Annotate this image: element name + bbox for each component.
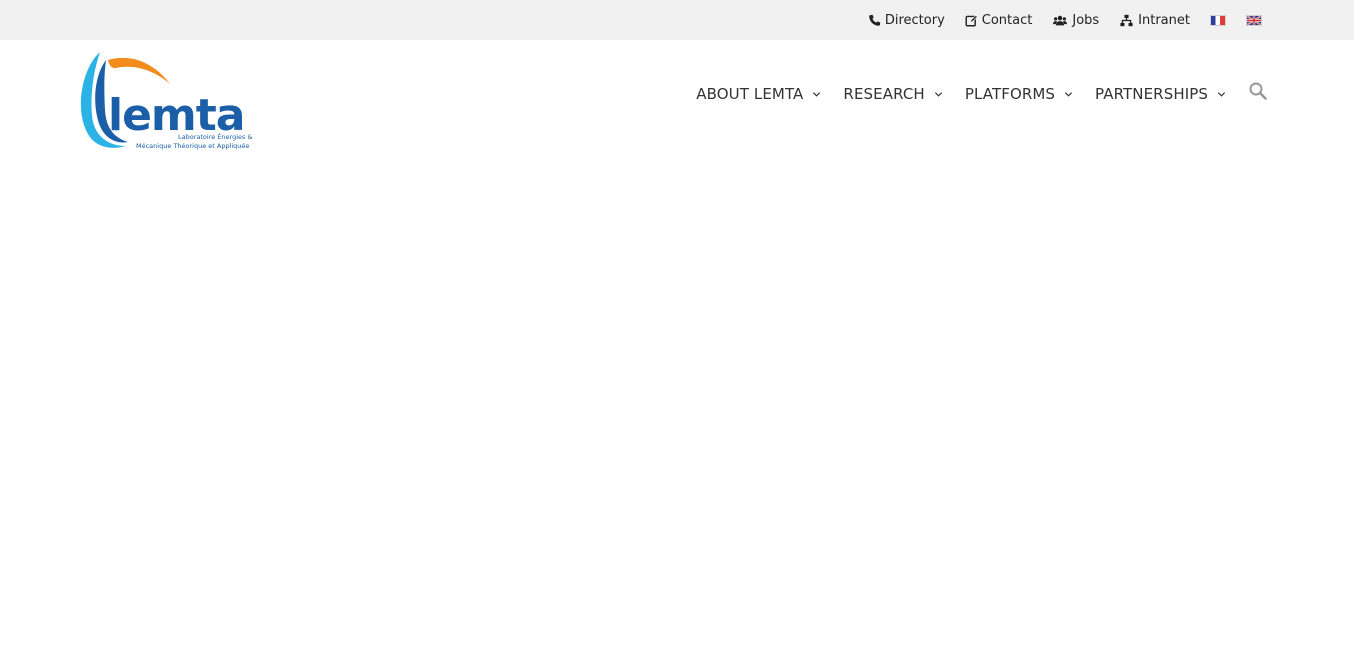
nav-item-label: ABOUT LEMTA <box>696 85 804 103</box>
chevron-down-icon <box>813 91 821 97</box>
search-button[interactable] <box>1248 81 1268 101</box>
lemta-logo[interactable]: lemta Laboratoire Énergies & Mécanique T… <box>78 50 268 152</box>
top-bar: Directory Contact Jobs Intranet <box>0 0 1354 40</box>
sitemap-icon <box>1120 14 1133 26</box>
logo-tagline-1: Laboratoire Énergies & <box>178 132 253 141</box>
logo-tagline-2: Mécanique Théorique et Appliquée <box>136 142 249 150</box>
nav-item-label: PARTNERSHIPS <box>1095 85 1208 103</box>
search-icon <box>1249 82 1267 100</box>
jobs-label: Jobs <box>1072 12 1100 28</box>
nav-item-label: RESEARCH <box>843 85 925 103</box>
en-flag-icon[interactable] <box>1246 14 1262 26</box>
nav-item-platforms[interactable]: PLATFORMS <box>965 85 1073 103</box>
nav-item-about-lemta[interactable]: ABOUT LEMTA <box>696 85 821 103</box>
intranet-label: Intranet <box>1138 12 1190 28</box>
fr-flag-icon[interactable] <box>1210 14 1226 26</box>
site-header: lemta Laboratoire Énergies & Mécanique T… <box>0 40 1354 160</box>
jobs-link[interactable]: Jobs <box>1052 13 1099 28</box>
contact-link[interactable]: Contact <box>965 12 1033 28</box>
nav-item-label: PLATFORMS <box>964 85 1056 103</box>
chevron-down-icon <box>934 91 942 97</box>
contact-label: Contact <box>981 12 1033 28</box>
users-icon <box>1053 15 1068 25</box>
phone-icon <box>869 14 881 26</box>
directory-label: Directory <box>884 12 945 28</box>
directory-link[interactable]: Directory <box>868 13 945 28</box>
nav-item-partnerships[interactable]: PARTNERSHIPS <box>1095 85 1226 103</box>
chevron-down-icon <box>1064 91 1073 97</box>
edit-icon <box>965 14 978 27</box>
intranet-link[interactable]: Intranet <box>1119 13 1190 28</box>
nav-item-research[interactable]: RESEARCH <box>843 85 942 103</box>
chevron-down-icon <box>1217 91 1226 97</box>
main-nav: ABOUT LEMTA RESEARCH PLATFORMS PARTNERSH… <box>696 81 1268 104</box>
top-bar-links: Directory Contact Jobs Intranet <box>868 0 1262 40</box>
